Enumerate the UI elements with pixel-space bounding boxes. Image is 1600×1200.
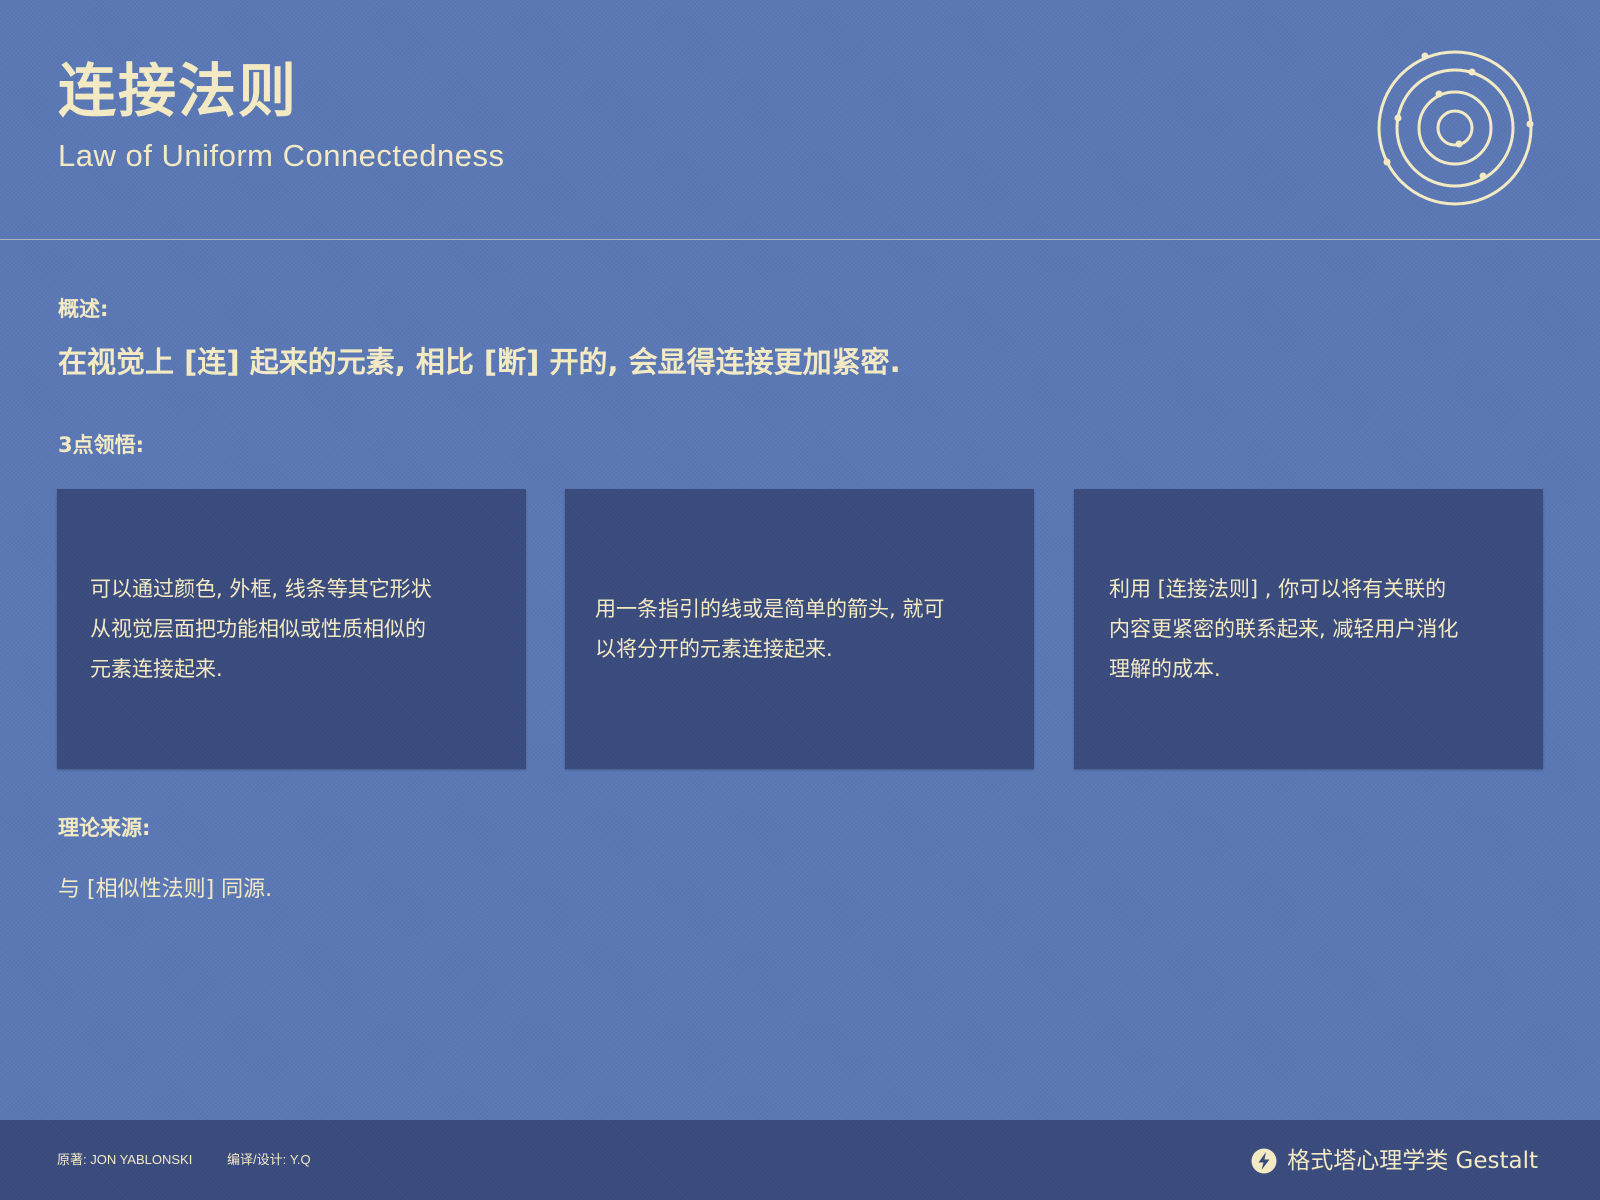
insight-cards: 可以通过颜色, 外框, 线条等其它形状 从视觉层面把功能相似或性质相似的 元素连…	[57, 489, 1545, 769]
concentric-circles-orbit-icon	[1377, 50, 1534, 206]
source-label: 理论来源:	[58, 816, 151, 840]
page-header: 连接法则 Law of Uniform Connectedness	[0, 0, 1600, 240]
source-text: 与 [相似性法则] 同源.	[58, 877, 273, 902]
lightning-bolt-icon	[1251, 1148, 1277, 1174]
insight-card-1-text: 可以通过颜色, 外框, 线条等其它形状 从视觉层面把功能相似或性质相似的 元素连…	[90, 577, 432, 681]
design-credit: 编译/设计: Y.Q	[227, 1152, 311, 1167]
overview-label: 概述:	[58, 297, 109, 321]
insight-card-2-text: 用一条指引的线或是简单的箭头, 就可 以将分开的元素连接起来.	[595, 597, 945, 661]
overview-text: 在视觉上 [连] 起来的元素, 相比 [断] 开的, 会显得连接更加紧密.	[58, 345, 901, 379]
insight-card-3: 利用 [连接法则] , 你可以将有关联的 内容更紧密的联系起来, 减轻用户消化 …	[1074, 489, 1543, 769]
insight-card-3-text: 利用 [连接法则] , 你可以将有关联的 内容更紧密的联系起来, 减轻用户消化 …	[1109, 577, 1459, 681]
insight-card-2: 用一条指引的线或是简单的箭头, 就可 以将分开的元素连接起来.	[565, 489, 1034, 769]
insight-card-1: 可以通过颜色, 外框, 线条等其它形状 从视觉层面把功能相似或性质相似的 元素连…	[57, 489, 526, 769]
page-title: 连接法则	[58, 57, 299, 125]
page-subtitle: Law of Uniform Connectedness	[58, 138, 505, 173]
brand: 格式塔心理学类 Gestalt	[1251, 1146, 1538, 1176]
author-credit: 原著: JON YABLONSKI	[57, 1152, 193, 1167]
brand-label: 格式塔心理学类 Gestalt	[1287, 1148, 1538, 1174]
insights-label: 3点领悟:	[58, 433, 145, 457]
